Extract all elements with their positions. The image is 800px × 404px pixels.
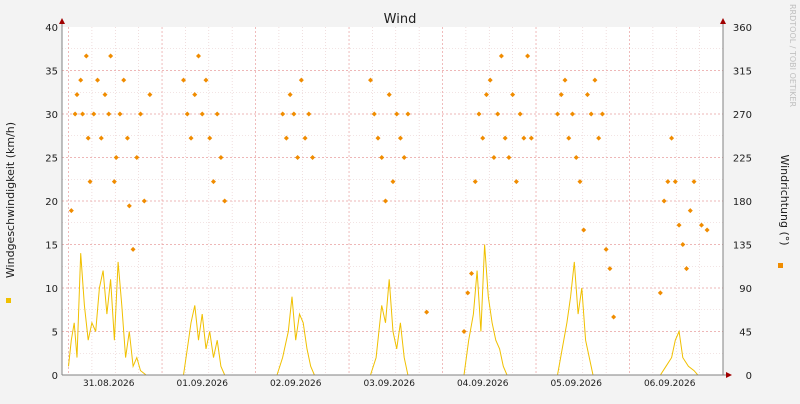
wind-chart: 0 5 10 15 20 25 30 35 40 0 45 90 135 180 225 270 315 360 3…: [0, 0, 800, 400]
y-left-tick-label: 15: [45, 241, 58, 252]
y-left-tick-label: 5: [52, 328, 58, 339]
y-right-tick-label: 135: [733, 241, 752, 252]
x-date-label: 06.09.2026: [644, 379, 696, 389]
y-left-tick-label: 35: [45, 67, 58, 78]
y-right-tick-label: 270: [733, 110, 752, 121]
y-left-tick-label: 40: [45, 23, 58, 34]
x-date-label: 02.09.2026: [270, 379, 322, 389]
y-right-tick-label: 90: [739, 284, 752, 295]
y-axis-left-label: Windgeschwindigkeit (km/h): [4, 122, 17, 278]
y-axis-right-label: Windrichtung (°): [778, 154, 791, 245]
x-date-label: 03.09.2026: [363, 379, 415, 389]
x-date-label: 05.09.2026: [550, 379, 602, 389]
y-right-tick-label: 225: [733, 154, 752, 165]
x-date-label: 31.08.2026: [83, 379, 135, 389]
legend-speed-swatch: [6, 298, 11, 303]
y-left-tick-label: 10: [45, 284, 58, 295]
y-right-tick-label: 315: [733, 67, 752, 78]
y-right-tick-label: 45: [739, 328, 752, 339]
chart-svg: 0 5 10 15 20 25 30 35 40 0 45 90 135 180 225 270 315 360 3…: [0, 0, 800, 400]
y-left-tick-label: 30: [45, 110, 58, 121]
y-right-tick-label: 0: [746, 371, 752, 382]
legend-direction-swatch: [778, 263, 783, 268]
y-right-tick-label: 180: [733, 197, 752, 208]
y-left-tick-label: 0: [52, 371, 58, 382]
x-date-label: 01.09.2026: [176, 379, 228, 389]
y-right-tick-label: 360: [733, 23, 752, 34]
y-left-tick-label: 20: [45, 197, 58, 208]
watermark: RRDTOOL / TOBI OETIKER: [788, 4, 797, 107]
y-left-tick-label: 25: [45, 154, 58, 165]
chart-title: Wind: [384, 12, 417, 27]
x-date-label: 04.09.2026: [457, 379, 509, 389]
